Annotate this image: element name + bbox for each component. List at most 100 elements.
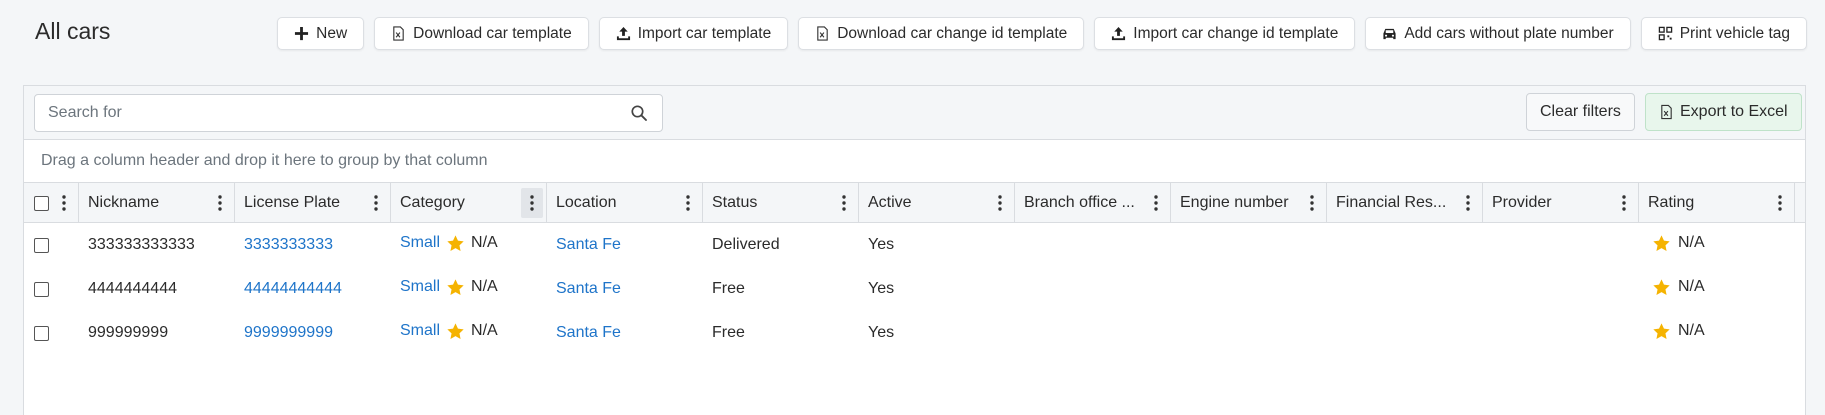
location-link[interactable]: Santa Fe [547, 311, 703, 355]
row-select-cell [24, 311, 79, 355]
column-header-label: Provider [1492, 194, 1552, 211]
new-button-label: New [316, 24, 348, 42]
column-menu-icon[interactable] [682, 194, 694, 212]
location-link[interactable]: Santa Fe [547, 267, 703, 311]
column-menu-icon[interactable] [521, 188, 543, 218]
select-all-checkbox[interactable] [34, 195, 49, 211]
import-change-id-template-label: Import car change id template [1133, 24, 1339, 42]
group-by-panel[interactable]: Drag a column header and drop it here to… [24, 140, 1805, 183]
column-menu-icon[interactable] [838, 194, 850, 212]
column-menu-icon[interactable] [58, 194, 70, 212]
column-header-label: Active [868, 194, 912, 211]
add-cars-without-plate-button[interactable]: Add cars without plate number [1365, 17, 1631, 50]
active-cell: Yes [868, 280, 895, 297]
status-cell: Free [712, 324, 745, 341]
column-header-label: Rating [1648, 194, 1695, 211]
clear-filters-button[interactable]: Clear filters [1526, 93, 1635, 131]
search-icon[interactable] [630, 104, 648, 122]
excel-file-icon [1661, 104, 1672, 120]
column-header-label: Engine number [1180, 194, 1289, 211]
column-header-label: Status [712, 194, 758, 211]
active-cell: Yes [868, 236, 895, 253]
column-header-engine-number[interactable]: Engine number [1171, 183, 1327, 223]
car-icon [1383, 28, 1396, 40]
column-menu-icon[interactable] [1462, 194, 1474, 212]
import-car-template-button[interactable]: Import car template [598, 17, 789, 50]
print-vehicle-tag-button[interactable]: Print vehicle tag [1640, 17, 1807, 50]
column-header-location[interactable]: Location [547, 183, 703, 223]
column-header-status[interactable]: Status [703, 183, 859, 223]
row-checkbox[interactable] [34, 237, 49, 253]
import-car-template-label: Import car template [637, 24, 772, 42]
column-menu-icon[interactable] [1306, 194, 1318, 212]
print-vehicle-tag-label: Print vehicle tag [1679, 24, 1790, 42]
qr-code-icon [1658, 26, 1672, 41]
plus-icon [295, 26, 309, 41]
active-cell: Yes [868, 324, 895, 341]
rating-cell: N/A [1639, 311, 1795, 355]
license-plate-link[interactable]: 44444444444 [235, 267, 391, 311]
import-change-id-template-button[interactable]: Import car change id template [1094, 17, 1356, 50]
star-icon [1653, 322, 1670, 339]
download-car-template-button[interactable]: Download car template [374, 17, 589, 50]
rating-value: N/A [1678, 278, 1705, 295]
branch-office-cell [1015, 267, 1171, 311]
column-header-category[interactable]: Category [391, 183, 547, 223]
category-link[interactable]: Small [400, 322, 440, 340]
column-header-nickname[interactable]: Nickname [79, 183, 235, 223]
category-rating: N/A [471, 278, 498, 295]
column-header-label: License Plate [244, 194, 341, 211]
nickname-cell: 4444444444 [88, 280, 177, 297]
nickname-cell: 999999999 [88, 324, 169, 341]
table-row[interactable]: 999999999 9999999999 Small N/A Santa Fe … [24, 311, 1805, 355]
search-input[interactable] [35, 95, 615, 131]
engine-number-cell [1171, 223, 1327, 267]
engine-number-cell [1171, 267, 1327, 311]
cars-grid: Clear filters Export to Excel Drag a col… [23, 85, 1806, 415]
row-select-cell [24, 267, 79, 311]
column-header-label: Category [400, 194, 465, 211]
column-header-branch-office[interactable]: Branch office ... [1015, 183, 1171, 223]
column-menu-icon[interactable] [1150, 194, 1162, 212]
financial-res-cell [1327, 223, 1483, 267]
column-menu-icon[interactable] [214, 194, 226, 212]
status-cell: Free [712, 280, 745, 297]
table-row[interactable]: 4444444444 44444444444 Small N/A Santa F… [24, 267, 1805, 311]
column-header-rating[interactable]: Rating [1639, 183, 1795, 223]
category-link[interactable]: Small [400, 278, 440, 296]
export-excel-label: Export to Excel [1680, 103, 1788, 120]
upload-icon [1112, 26, 1126, 41]
column-menu-icon[interactable] [994, 194, 1006, 212]
license-plate-link[interactable]: 3333333333 [235, 223, 391, 267]
rating-value: N/A [1678, 234, 1705, 251]
column-menu-icon[interactable] [1618, 194, 1630, 212]
new-button[interactable]: New [277, 17, 365, 50]
column-header-license-plate[interactable]: License Plate [235, 183, 391, 223]
category-rating: N/A [471, 322, 498, 339]
select-all-header [24, 183, 79, 223]
export-excel-button[interactable]: Export to Excel [1645, 93, 1802, 131]
provider-cell [1483, 223, 1639, 267]
branch-office-cell [1015, 223, 1171, 267]
category-cell: Small N/A [391, 311, 547, 355]
column-header-label: Nickname [88, 194, 160, 211]
location-link[interactable]: Santa Fe [547, 223, 703, 267]
row-checkbox[interactable] [34, 281, 49, 297]
download-change-id-template-button[interactable]: Download car change id template [798, 17, 1085, 50]
row-checkbox[interactable] [34, 325, 49, 341]
star-icon [1653, 278, 1670, 295]
branch-office-cell [1015, 311, 1171, 355]
star-icon [447, 322, 464, 339]
excel-file-icon [393, 26, 404, 41]
column-header-provider[interactable]: Provider [1483, 183, 1639, 223]
column-menu-icon[interactable] [1774, 194, 1786, 212]
column-menu-icon[interactable] [370, 194, 382, 212]
rating-value: N/A [1678, 322, 1705, 339]
grid-toolbar: Clear filters Export to Excel [24, 86, 1805, 140]
category-link[interactable]: Small [400, 234, 440, 252]
license-plate-link[interactable]: 9999999999 [235, 311, 391, 355]
column-header-active[interactable]: Active [859, 183, 1015, 223]
column-header-financial-res[interactable]: Financial Res... [1327, 183, 1483, 223]
search-box [34, 94, 663, 132]
table-row[interactable]: 333333333333 3333333333 Small N/A Santa … [24, 223, 1805, 267]
